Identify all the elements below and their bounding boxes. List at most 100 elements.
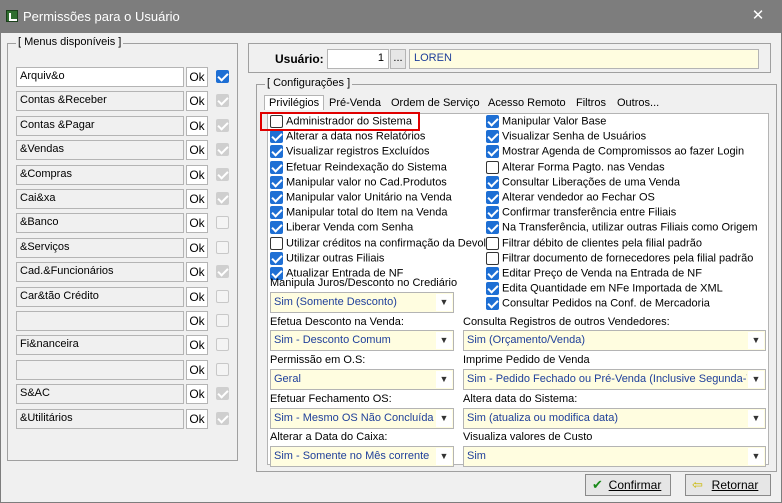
chevron-down-icon[interactable]: ▼ (436, 371, 452, 388)
menu-item-label[interactable]: Car&tão Crédito (16, 287, 184, 307)
left-permission[interactable]: Utilizar créditos na confirmação da Devo… (270, 237, 489, 252)
custo-select[interactable]: Sim ▼ (463, 446, 766, 467)
permission-checkbox[interactable] (486, 252, 499, 265)
permission-checkbox[interactable] (486, 176, 499, 189)
altera-select[interactable]: Sim (atualiza ou modifica data) ▼ (463, 408, 766, 429)
permission-checkbox[interactable] (270, 237, 283, 250)
permission-checkbox[interactable] (486, 130, 499, 143)
menu-item-checkbox[interactable] (216, 290, 229, 303)
permission-checkbox[interactable] (486, 206, 499, 219)
menu-ok-button[interactable]: Ok (186, 140, 208, 160)
menu-ok-button[interactable]: Ok (186, 213, 208, 233)
permission-checkbox[interactable] (486, 297, 499, 310)
menu-item-checkbox[interactable] (216, 314, 229, 327)
left-permission[interactable]: Manipular valor no Cad.Produtos (270, 176, 447, 191)
tab-pre-venda[interactable]: Pré-Venda (329, 97, 381, 109)
right-permission[interactable]: Confirmar transferência entre Filiais (486, 206, 676, 221)
menu-item-label[interactable]: S&AC (16, 384, 184, 404)
menu-item-checkbox[interactable] (216, 265, 229, 278)
chevron-down-icon[interactable]: ▼ (436, 332, 452, 349)
menu-ok-button[interactable]: Ok (186, 238, 208, 258)
menu-ok-button[interactable]: Ok (186, 189, 208, 209)
menu-item-checkbox[interactable] (216, 387, 229, 400)
menu-ok-button[interactable]: Ok (186, 91, 208, 111)
right-permission[interactable]: Filtrar documento de fornecedores pela f… (486, 252, 753, 267)
menu-ok-button[interactable]: Ok (186, 262, 208, 282)
menu-item-checkbox[interactable] (216, 412, 229, 425)
left-permission[interactable]: Manipular valor Unitário na Venda (270, 191, 452, 206)
menu-item-label[interactable]: Contas &Pagar (16, 116, 184, 136)
permission-checkbox[interactable] (486, 161, 499, 174)
right-permission[interactable]: Edita Quantidade em NFe Importada de XML (486, 282, 723, 297)
menu-ok-button[interactable]: Ok (186, 409, 208, 429)
permission-checkbox[interactable] (486, 237, 499, 250)
menu-item-label[interactable]: &Utilitários (16, 409, 184, 429)
back-button[interactable]: ⇦ Retornar (685, 474, 771, 496)
chevron-down-icon[interactable]: ▼ (436, 410, 452, 427)
right-permission[interactable]: Alterar vendedor ao Fechar OS (486, 191, 655, 206)
permission-checkbox[interactable] (270, 191, 283, 204)
menu-item-checkbox[interactable] (216, 338, 229, 351)
imprime-select[interactable]: Sim - Pedido Fechado ou Pré-Venda (Inclu… (463, 369, 766, 390)
menu-item-label[interactable]: Cai&xa (16, 189, 184, 209)
tab-outros[interactable]: Outros... (617, 97, 659, 109)
permission-checkbox[interactable] (486, 282, 499, 295)
left-permission[interactable]: Liberar Venda com Senha (270, 221, 413, 236)
left-permission[interactable]: Efetuar Reindexação do Sistema (270, 161, 447, 176)
menu-item-checkbox[interactable] (216, 70, 229, 83)
menu-item-checkbox[interactable] (216, 241, 229, 254)
right-permission[interactable]: Editar Preço de Venda na Entrada de NF (486, 267, 702, 282)
menu-ok-button[interactable]: Ok (186, 360, 208, 380)
permission-checkbox[interactable] (270, 252, 283, 265)
chevron-down-icon[interactable]: ▼ (436, 294, 452, 311)
chevron-down-icon[interactable]: ▼ (748, 332, 764, 349)
menu-item-checkbox[interactable] (216, 363, 229, 376)
menu-ok-button[interactable]: Ok (186, 116, 208, 136)
registros-select[interactable]: Sim (Orçamento/Venda) ▼ (463, 330, 766, 351)
right-permission[interactable]: Manipular Valor Base (486, 115, 606, 130)
permission-checkbox[interactable] (486, 145, 499, 158)
right-permission[interactable]: Consultar Liberações de uma Venda (486, 176, 680, 191)
right-permission[interactable]: Na Transferência, utilizar outras Filiai… (486, 221, 758, 236)
left-permission[interactable]: Utilizar outras Filiais (270, 252, 384, 267)
menu-item-label[interactable]: Cad.&Funcionários (16, 262, 184, 282)
menu-ok-button[interactable]: Ok (186, 165, 208, 185)
left-permission[interactable]: Visualizar registros Excluídos (270, 145, 429, 160)
menu-item-label[interactable]: Arquiv&o (16, 67, 184, 87)
left-permission[interactable]: Alterar a data nos Relatórios (270, 130, 425, 145)
menu-ok-button[interactable]: Ok (186, 384, 208, 404)
user-browse-button[interactable]: ... (390, 49, 406, 69)
menu-item-label[interactable]: &Compras (16, 165, 184, 185)
menu-item-label[interactable]: &Banco (16, 213, 184, 233)
permission-checkbox[interactable] (486, 267, 499, 280)
permission-checkbox[interactable] (270, 161, 283, 174)
menu-item-checkbox[interactable] (216, 143, 229, 156)
right-permission[interactable]: Filtrar débito de clientes pela filial p… (486, 237, 702, 252)
chevron-down-icon[interactable]: ▼ (748, 371, 764, 388)
juros-select[interactable]: Sim (Somente Desconto) ▼ (270, 292, 454, 313)
menu-item-label[interactable]: &Serviços (16, 238, 184, 258)
menu-item-checkbox[interactable] (216, 119, 229, 132)
tab-ordem-servico[interactable]: Ordem de Serviço (391, 97, 480, 109)
menu-item-label[interactable]: Fi&nanceira (16, 335, 184, 355)
menu-ok-button[interactable]: Ok (186, 287, 208, 307)
user-id-field[interactable]: 1 (327, 49, 389, 69)
permission-checkbox[interactable] (270, 145, 283, 158)
permission-checkbox[interactable] (270, 176, 283, 189)
menu-item-label[interactable] (16, 311, 184, 331)
caixa-select[interactable]: Sim - Somente no Mês corrente ▼ (270, 446, 454, 467)
chevron-down-icon[interactable]: ▼ (748, 410, 764, 427)
permission-checkbox[interactable] (486, 221, 499, 234)
menu-item-checkbox[interactable] (216, 94, 229, 107)
right-permission[interactable]: Visualizar Senha de Usuários (486, 130, 646, 145)
permission-checkbox[interactable] (270, 130, 283, 143)
menu-item-label[interactable]: Contas &Receber (16, 91, 184, 111)
tab-privilegios[interactable]: Privilégios (264, 95, 325, 110)
menu-item-checkbox[interactable] (216, 216, 229, 229)
close-icon[interactable]: ✕ (749, 7, 767, 25)
permission-checkbox[interactable] (486, 191, 499, 204)
menu-item-checkbox[interactable] (216, 168, 229, 181)
permission-checkbox[interactable] (270, 206, 283, 219)
menu-ok-button[interactable]: Ok (186, 67, 208, 87)
permission-checkbox[interactable] (486, 115, 499, 128)
